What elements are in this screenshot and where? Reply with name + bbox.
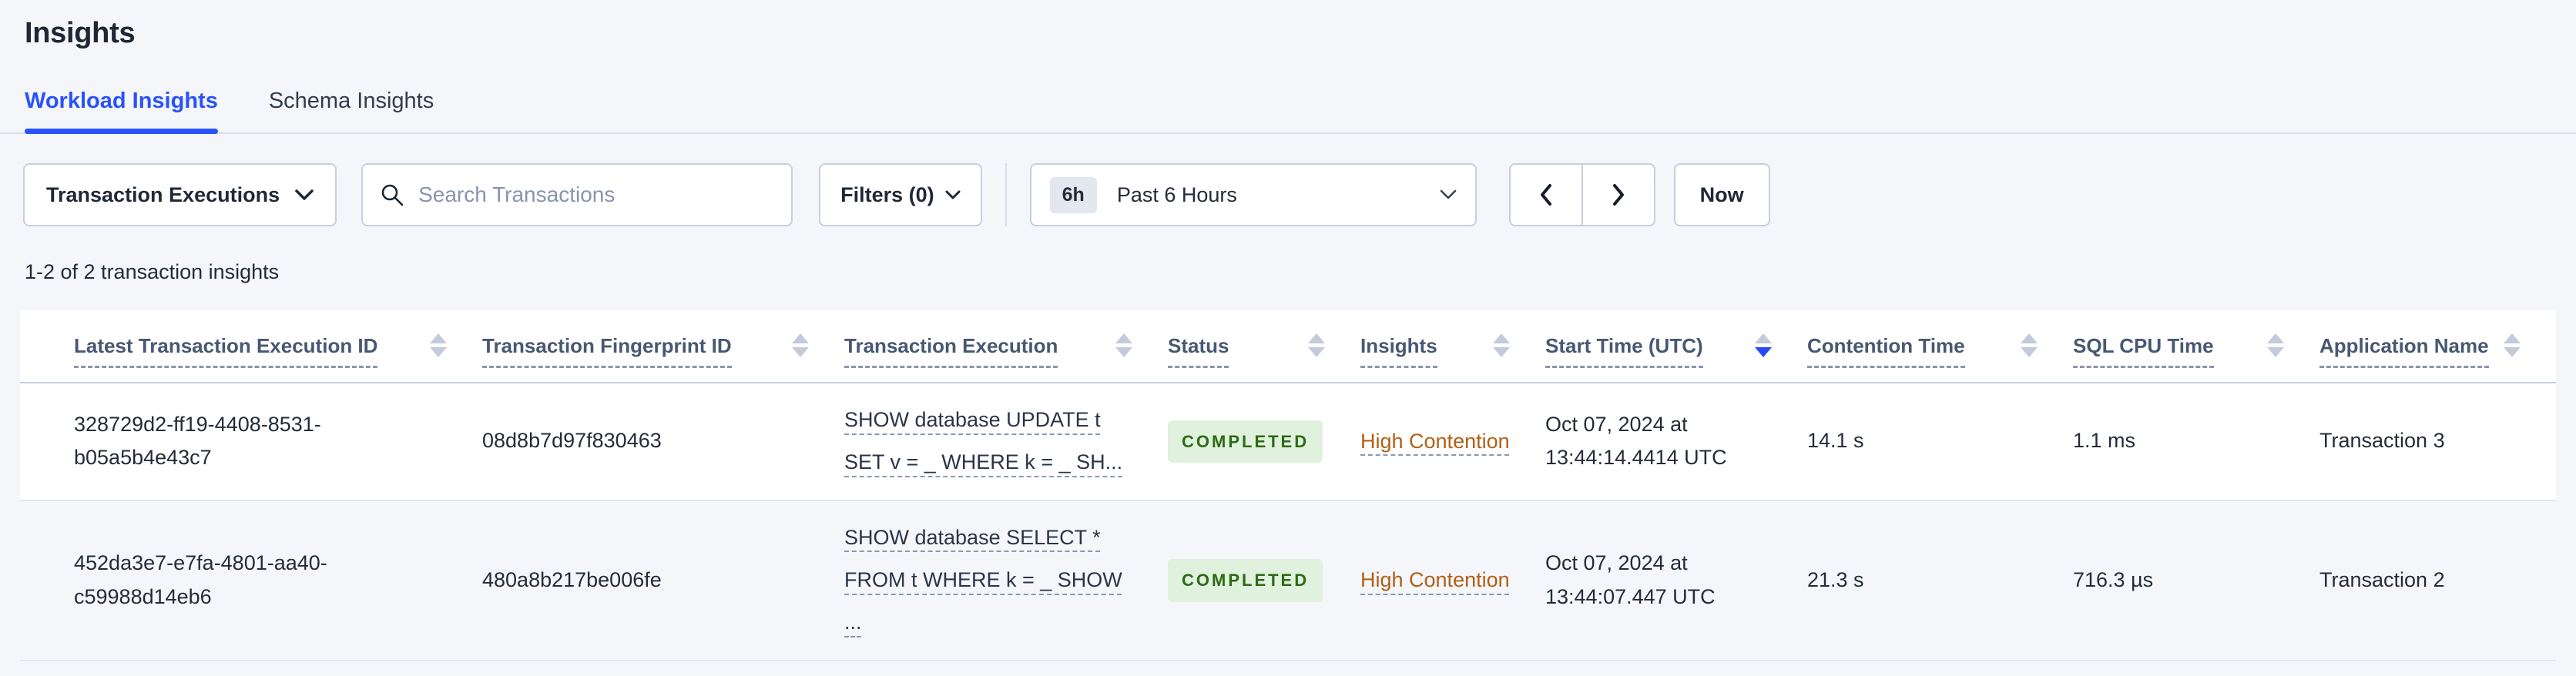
sql-cpu-time-cell: 1.1 ms: [2073, 429, 2136, 453]
view-type-dropdown[interactable]: Transaction Executions: [23, 163, 337, 226]
filters-button[interactable]: Filters (0): [819, 163, 982, 226]
sort-arrows-icon[interactable]: [1115, 333, 1132, 357]
page-title: Insights: [25, 17, 136, 49]
chevron-down-icon: [1440, 189, 1457, 200]
time-range-label: Past 6 Hours: [1116, 182, 1237, 206]
time-range-badge: 6h: [1049, 176, 1097, 213]
transaction-fingerprint-id-cell: 08d8b7d97f830463: [482, 429, 662, 453]
sql-cpu-time-cell: 716.3 µs: [2073, 567, 2154, 591]
search-input[interactable]: [417, 182, 775, 208]
sort-arrows-icon[interactable]: [2021, 333, 2038, 357]
toolbar-divider: [1005, 163, 1007, 226]
column-header-label: Start Time (UTC): [1545, 334, 1703, 368]
insight-link[interactable]: High Contention: [1360, 561, 1510, 600]
transaction-execution-cell: SHOW database SELECT * FROM t WHERE k = …: [844, 501, 1168, 660]
status-badge: COMPLETED: [1168, 420, 1323, 463]
column-header[interactable]: Transaction Execution: [844, 310, 1168, 382]
chevron-down-icon: [945, 190, 961, 200]
column-header[interactable]: Contention Time: [1807, 310, 2073, 382]
now-button[interactable]: Now: [1673, 163, 1770, 226]
sort-arrows-icon[interactable]: [792, 333, 809, 357]
table-header-row: Latest Transaction Execution ID Transact…: [20, 310, 2556, 383]
column-header-label: Status: [1168, 334, 1229, 368]
insights-cell: High Contention: [1360, 545, 1545, 615]
tab-schema-insights[interactable]: Schema Insights: [269, 89, 434, 132]
search-icon: [380, 182, 404, 207]
column-header[interactable]: Application Name: [2319, 310, 2556, 382]
transaction-execution-cell: SHOW database UPDATE t SET v = _ WHERE k…: [844, 383, 1168, 500]
column-header-label: SQL CPU Time: [2073, 334, 2214, 368]
filters-button-label: Filters (0): [840, 182, 934, 206]
insights-tabs: Workload Insights Schema Insights: [0, 89, 2576, 134]
application-name-cell: Transaction 2: [2319, 567, 2445, 591]
start-time-cell: Oct 07, 2024 at 13:44:07.447 UTC: [1545, 551, 1716, 608]
column-header-label: Application Name: [2319, 334, 2489, 368]
results-summary: 1-2 of 2 transaction insights: [25, 260, 280, 283]
toolbar: Transaction Executions Filters (0) 6h Pa…: [23, 163, 2551, 226]
column-header[interactable]: Status: [1168, 310, 1360, 382]
search-box[interactable]: [361, 163, 793, 226]
insights-cell: High Contention: [1360, 407, 1545, 477]
table-row: 328729d2-ff19-4408-8531-b05a5b4e43c7 08d…: [20, 383, 2556, 501]
status-cell: COMPLETED: [1168, 544, 1360, 617]
chevron-right-icon: [1611, 183, 1626, 206]
chevron-left-icon: [1538, 183, 1554, 206]
latest-transaction-execution-id-cell: 328729d2-ff19-4408-8531-b05a5b4e43c7: [74, 412, 321, 470]
column-header-label: Transaction Fingerprint ID: [482, 334, 732, 368]
application-name-cell: Transaction 3: [2319, 429, 2445, 453]
status-badge: COMPLETED: [1168, 558, 1323, 602]
transaction-insights-table: Latest Transaction Execution ID Transact…: [20, 310, 2556, 661]
insight-link[interactable]: High Contention: [1360, 422, 1510, 461]
time-range-pager: [1508, 163, 1655, 226]
previous-time-range-button[interactable]: [1508, 163, 1583, 226]
chevron-down-icon: [295, 189, 314, 201]
transaction-fingerprint-id-cell: 480a8b217be006fe: [482, 567, 662, 591]
column-header[interactable]: Start Time (UTC): [1545, 310, 1807, 382]
sort-arrows-icon[interactable]: [2504, 333, 2521, 357]
start-time-cell: Oct 07, 2024 at 13:44:14.4414 UTC: [1545, 412, 1727, 470]
column-header[interactable]: Insights: [1360, 310, 1545, 382]
column-header-label: Transaction Execution: [844, 334, 1058, 368]
column-header[interactable]: Latest Transaction Execution ID: [74, 310, 482, 382]
now-button-label: Now: [1699, 182, 1744, 206]
transaction-execution-link[interactable]: SHOW database UPDATE t SET v = _ WHERE k…: [844, 408, 1122, 474]
column-header[interactable]: SQL CPU Time: [2073, 310, 2319, 382]
time-range-picker[interactable]: 6h Past 6 Hours: [1029, 163, 1477, 226]
column-header-label: Insights: [1360, 334, 1437, 368]
table-row: 452da3e7-e7fa-4801-aa40-c59988d14eb6 480…: [20, 500, 2556, 661]
column-header-label: Latest Transaction Execution ID: [74, 334, 378, 368]
sort-arrows-icon[interactable]: [1493, 333, 1510, 357]
contention-time-cell: 21.3 s: [1807, 567, 1864, 591]
tab-workload-insights[interactable]: Workload Insights: [25, 89, 218, 134]
sort-arrows-icon[interactable]: [430, 333, 447, 357]
latest-transaction-execution-id-cell: 452da3e7-e7fa-4801-aa40-c59988d14eb6: [74, 551, 327, 608]
column-header-label: Contention Time: [1807, 334, 1965, 368]
column-header[interactable]: Transaction Fingerprint ID: [482, 310, 844, 382]
sort-arrows-icon[interactable]: [1308, 333, 1325, 357]
view-type-dropdown-label: Transaction Executions: [46, 182, 280, 206]
transaction-execution-link[interactable]: SHOW database SELECT * FROM t WHERE k = …: [844, 526, 1122, 634]
contention-time-cell: 14.1 s: [1807, 429, 1864, 453]
status-cell: COMPLETED: [1168, 405, 1360, 479]
next-time-range-button[interactable]: [1581, 163, 1655, 226]
sort-arrows-icon[interactable]: [2267, 333, 2284, 357]
sort-arrows-icon[interactable]: [1755, 333, 1772, 357]
table-body: 328729d2-ff19-4408-8531-b05a5b4e43c7 08d…: [20, 383, 2556, 661]
